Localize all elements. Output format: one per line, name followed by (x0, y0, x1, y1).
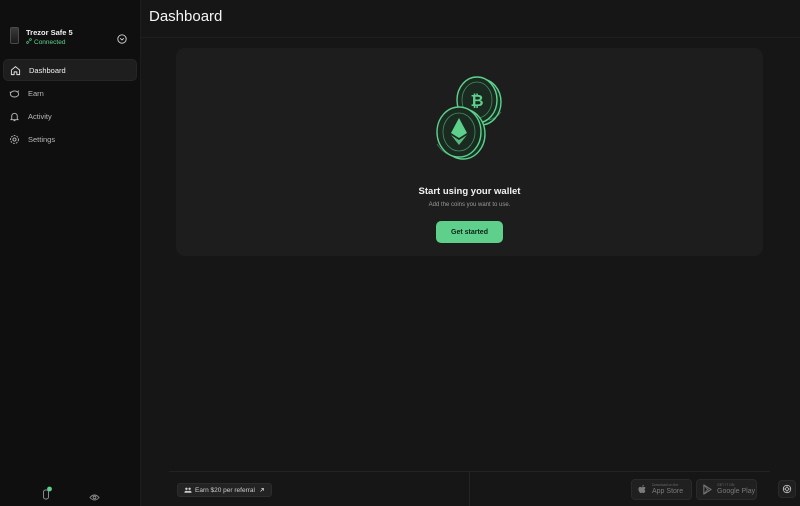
device-name: Trezor Safe 5 (26, 28, 73, 37)
users-icon (184, 487, 192, 493)
app-store-small: Download on the (652, 482, 679, 487)
device-connection-icon[interactable] (41, 486, 53, 500)
footer-divider (469, 472, 470, 506)
google-play-small: GET IT ON (717, 482, 735, 487)
empty-state-subtitle: Add the coins you want to use. (428, 202, 511, 208)
app-store-button[interactable]: Download on the App Store (631, 479, 692, 500)
sidebar-item-label: Activity (28, 111, 52, 121)
app-store-label: App Store (652, 488, 684, 496)
coins-illustration-icon: ₿ (431, 72, 511, 162)
help-icon[interactable] (778, 480, 796, 498)
device-image (10, 27, 19, 44)
empty-state-title: Start using your wallet (418, 186, 521, 197)
get-started-button[interactable]: Get started (436, 221, 503, 243)
sidebar-nav: Dashboard Earn Activity Settings (3, 59, 137, 151)
empty-state-card: ₿ Start using your wallet Add the coins … (176, 48, 763, 256)
referral-label: Earn $20 per referral (195, 486, 255, 494)
home-icon (10, 65, 21, 76)
google-play-icon (702, 484, 713, 495)
referral-button[interactable]: Earn $20 per referral (177, 483, 272, 497)
page-header: Dashboard (141, 0, 800, 38)
device-switcher[interactable]: Trezor Safe 5 Connected (8, 26, 134, 50)
sidebar-item-label: Dashboard (29, 65, 66, 75)
gear-icon (9, 134, 20, 145)
sidebar-item-activity[interactable]: Activity (3, 105, 137, 127)
link-icon (26, 38, 32, 46)
device-status-label: Connected (34, 39, 66, 46)
apple-icon (637, 484, 648, 495)
sidebar-item-dashboard[interactable]: Dashboard (3, 59, 137, 81)
sidebar: Trezor Safe 5 Connected Dashboard Earn A… (0, 0, 141, 506)
google-play-button[interactable]: GET IT ON Google Play (696, 479, 757, 500)
bell-icon (9, 111, 20, 122)
piggy-bank-icon (9, 88, 20, 99)
google-play-label: Google Play (717, 488, 756, 496)
sidebar-item-label: Settings (28, 134, 56, 144)
svg-text:₿: ₿ (470, 91, 483, 110)
footer: Earn $20 per referral Download on the Ap… (169, 471, 796, 506)
sidebar-item-label: Earn (28, 88, 44, 98)
sidebar-item-settings[interactable]: Settings (3, 128, 137, 150)
device-status: Connected (26, 38, 65, 46)
sidebar-item-earn[interactable]: Earn (3, 82, 137, 104)
eye-icon[interactable] (89, 489, 100, 501)
chevron-down-icon[interactable] (117, 31, 127, 44)
page-title: Dashboard (149, 8, 223, 25)
external-link-icon (259, 487, 265, 493)
